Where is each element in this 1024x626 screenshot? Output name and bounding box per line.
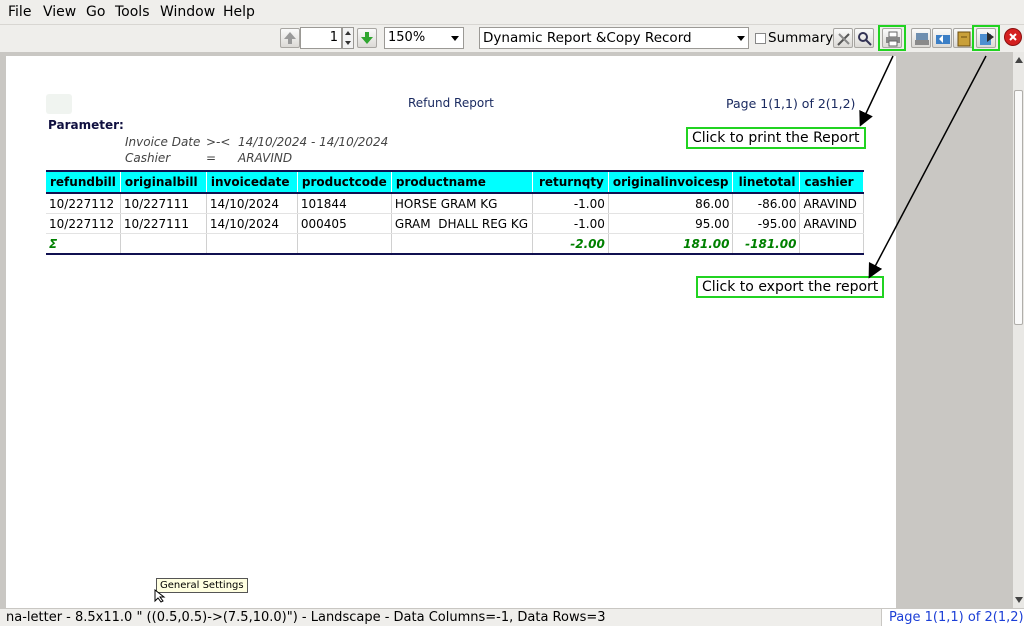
- scroll-down-icon: [1015, 597, 1023, 603]
- print-arrow: [859, 55, 894, 127]
- mouse-cursor-icon: [154, 589, 166, 603]
- status-page-panel: Page 1(1,1) of 2(1,2): [881, 609, 1024, 626]
- scrollbar-thumb[interactable]: [1014, 90, 1023, 325]
- status-text: na-letter - 8.5x11.0 " ((0.5,0.5)->(7.5,…: [6, 610, 606, 625]
- status-page-label: Page 1(1,1) of 2(1,2): [889, 610, 1024, 625]
- vertical-scrollbar[interactable]: [1012, 52, 1024, 608]
- scroll-up-icon: [1015, 57, 1023, 63]
- export-arrow: [868, 55, 987, 279]
- annotation-arrows: [859, 55, 987, 279]
- status-bar: na-letter - 8.5x11.0 " ((0.5,0.5)->(7.5,…: [0, 608, 1024, 626]
- settings-tooltip: General Settings: [156, 578, 248, 593]
